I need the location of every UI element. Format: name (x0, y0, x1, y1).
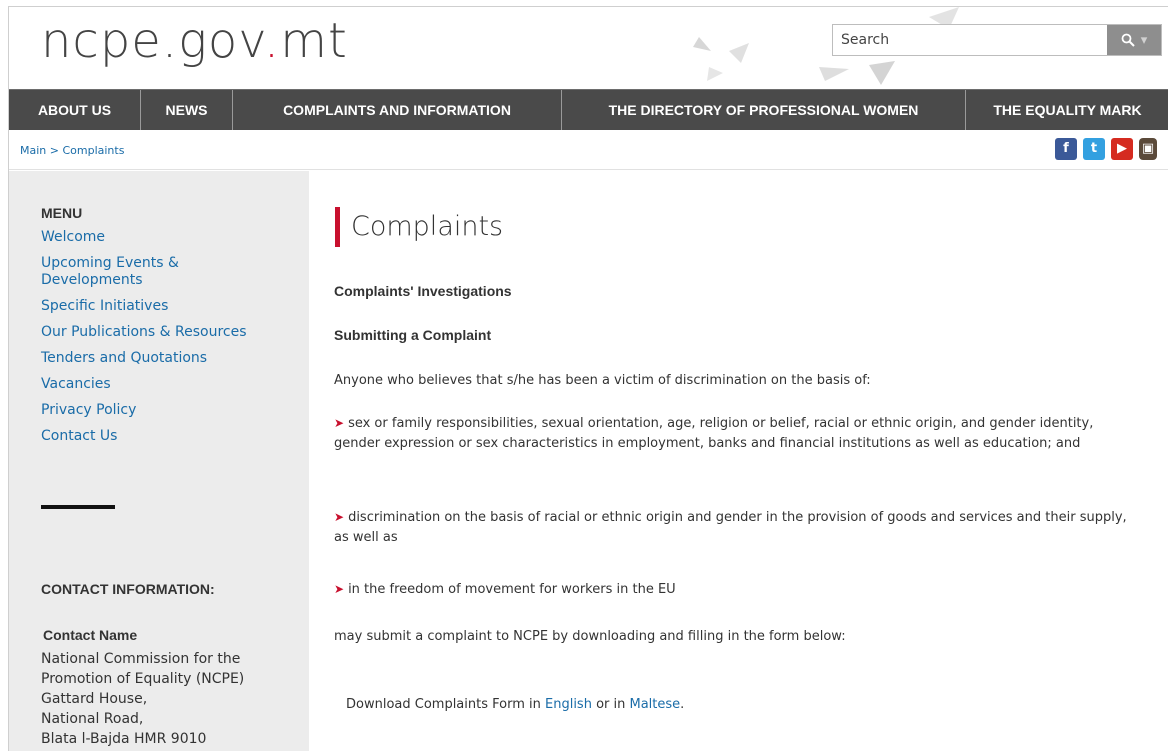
arrow-bullet-icon: ➤ (334, 582, 345, 596)
caret-down-icon: ▾ (1140, 32, 1148, 48)
site-logo[interactable]: ncpe.gov.mt (41, 13, 348, 69)
download-line: Download Complaints Form in English or i… (346, 697, 685, 712)
heading-investigations: Complaints' Investigations (334, 283, 512, 299)
main-content: Complaints Complaints' Investigations Su… (309, 171, 1168, 751)
address-line: Blata l-Bajda HMR 9010 (41, 731, 207, 747)
address-line: Gattard House, (41, 691, 148, 707)
intro-text: Anyone who believes that s/he has been a… (334, 373, 871, 388)
bullet-item: ➤ sex or family responsibilities, sexual … (334, 416, 1094, 451)
divider (41, 505, 115, 509)
heading-submitting: Submitting a Complaint (334, 327, 492, 343)
sidebar-menu: Welcome Upcoming Events & Developments S… (41, 229, 281, 454)
bullet-item: ➤ in the freedom of movement for workers … (334, 582, 676, 597)
breadcrumb-bar: Main > Complaints f t ▶ ▣ (9, 130, 1168, 170)
nav-complaints-and-information[interactable]: COMPLAINTS AND INFORMATION (233, 90, 562, 130)
breadcrumb[interactable]: Main > Complaints (20, 144, 124, 157)
outro-text: may submit a complaint to NCPE by downlo… (334, 629, 846, 644)
contact-heading: CONTACT INFORMATION: (41, 581, 215, 597)
search-box[interactable]: Search ▾ (832, 24, 1162, 56)
nav-about-us[interactable]: ABOUT US (9, 90, 141, 130)
page-frame: ncpe.gov.mt Search ▾ ABOUT US NEWS COMPL… (8, 6, 1168, 751)
sidebar-item-contact-us[interactable]: Contact Us (41, 428, 281, 445)
search-button[interactable]: ▾ (1107, 25, 1161, 55)
bullet-item: ➤ discrimination on the basis of racial o… (334, 510, 1127, 545)
address-line: National Road, (41, 711, 144, 727)
nav-news[interactable]: NEWS (141, 90, 233, 130)
arrow-bullet-icon: ➤ (334, 416, 345, 430)
sidebar: MENU Welcome Upcoming Events & Developme… (9, 171, 309, 751)
social-links: f t ▶ ▣ (1055, 138, 1157, 160)
sidebar-item-welcome[interactable]: Welcome (41, 229, 281, 246)
contact-name-label: Contact Name (43, 627, 138, 643)
address-line: Promotion of Equality (NCPE) (41, 671, 245, 687)
sidebar-item-tenders[interactable]: Tenders and Quotations (41, 350, 281, 367)
menu-heading: MENU (41, 205, 83, 221)
sidebar-item-privacy-policy[interactable]: Privacy Policy (41, 402, 281, 419)
download-maltese-link[interactable]: Maltese (630, 697, 681, 712)
search-input[interactable]: Search (833, 25, 1107, 55)
main-nav: ABOUT US NEWS COMPLAINTS AND INFORMATION… (9, 89, 1168, 130)
facebook-icon[interactable]: f (1055, 138, 1077, 160)
magnifier-icon (1121, 33, 1135, 47)
nav-equality-mark[interactable]: THE EQUALITY MARK (966, 90, 1168, 130)
address-line: National Commission for the (41, 651, 241, 667)
sidebar-item-upcoming-events[interactable]: Upcoming Events & Developments (41, 255, 281, 289)
site-header: ncpe.gov.mt Search ▾ (9, 7, 1168, 89)
youtube-icon[interactable]: ▶ (1111, 138, 1133, 160)
arrow-bullet-icon: ➤ (334, 510, 345, 524)
sidebar-item-specific-initiatives[interactable]: Specific Initiatives (41, 298, 281, 315)
nav-directory-of-professional-women[interactable]: THE DIRECTORY OF PROFESSIONAL WOMEN (562, 90, 966, 130)
twitter-icon[interactable]: t (1083, 138, 1105, 160)
page-title: Complaints (335, 207, 503, 247)
sidebar-item-publications[interactable]: Our Publications & Resources (41, 324, 281, 341)
sidebar-item-vacancies[interactable]: Vacancies (41, 376, 281, 393)
download-english-link[interactable]: English (545, 697, 592, 712)
instagram-icon[interactable]: ▣ (1139, 138, 1157, 160)
contact-address: National Commission for the Promotion of… (41, 649, 244, 749)
